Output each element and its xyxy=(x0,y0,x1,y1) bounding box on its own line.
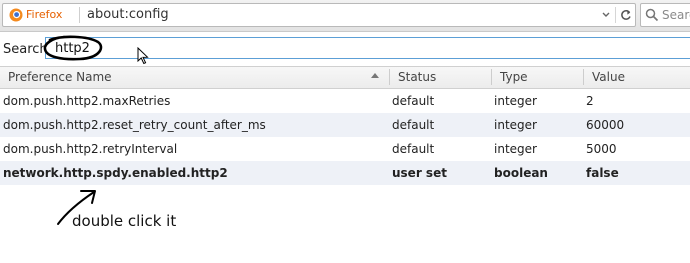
url-bar[interactable]: Firefox about:config xyxy=(2,3,636,27)
column-divider[interactable] xyxy=(389,69,390,85)
url-text[interactable]: about:config xyxy=(87,7,169,22)
pref-status: user set xyxy=(392,166,447,180)
url-divider xyxy=(79,7,80,23)
pref-type: integer xyxy=(494,94,537,108)
pref-value: 5000 xyxy=(586,142,617,156)
search-placeholder: Search xyxy=(662,8,690,22)
pref-value: 2 xyxy=(586,94,594,108)
url-history-dropdown-icon[interactable] xyxy=(601,7,611,23)
column-header-status[interactable]: Status xyxy=(398,70,436,84)
table-row[interactable]: dom.push.http2.retryInterval default int… xyxy=(0,137,690,161)
browser-search-bar[interactable]: Search xyxy=(640,3,690,27)
column-header-value[interactable]: Value xyxy=(592,70,625,84)
pref-name: dom.push.http2.maxRetries xyxy=(3,94,171,108)
column-divider[interactable] xyxy=(491,69,492,85)
pref-status: default xyxy=(392,142,435,156)
table-row-user-set[interactable]: network.http.spdy.enabled.http2 user set… xyxy=(0,161,690,185)
pref-status: default xyxy=(392,94,435,108)
pref-type: integer xyxy=(494,118,537,132)
column-header-name[interactable]: Preference Name xyxy=(8,70,112,84)
pref-type: boolean xyxy=(494,166,548,180)
pref-status: default xyxy=(392,118,435,132)
mouse-cursor-icon xyxy=(137,47,149,65)
reload-divider xyxy=(615,7,616,23)
pref-name: dom.push.http2.reset_retry_count_after_m… xyxy=(3,118,266,132)
table-row[interactable]: dom.push.http2.reset_retry_count_after_m… xyxy=(0,113,690,137)
pref-value: false xyxy=(586,166,619,180)
sort-ascending-icon[interactable] xyxy=(370,71,380,81)
column-header-type[interactable]: Type xyxy=(500,70,528,84)
firefox-logo-icon xyxy=(9,8,23,22)
pref-type: integer xyxy=(494,142,537,156)
column-divider[interactable] xyxy=(583,69,584,85)
browser-toolbar: Firefox about:config Search xyxy=(0,0,690,32)
search-icon xyxy=(645,8,659,22)
annotation-note: double click it xyxy=(72,212,177,230)
table-row[interactable]: dom.push.http2.maxRetries default intege… xyxy=(0,89,690,113)
browser-brand-label: Firefox xyxy=(26,8,63,21)
config-search-value[interactable]: http2 xyxy=(55,41,90,56)
preferences-table-header: Preference Name Status Type Value xyxy=(0,66,690,89)
pref-name: network.http.spdy.enabled.http2 xyxy=(3,166,228,180)
reload-icon[interactable] xyxy=(619,7,633,23)
pref-name: dom.push.http2.retryInterval xyxy=(3,142,178,156)
pref-value: 60000 xyxy=(586,118,625,132)
